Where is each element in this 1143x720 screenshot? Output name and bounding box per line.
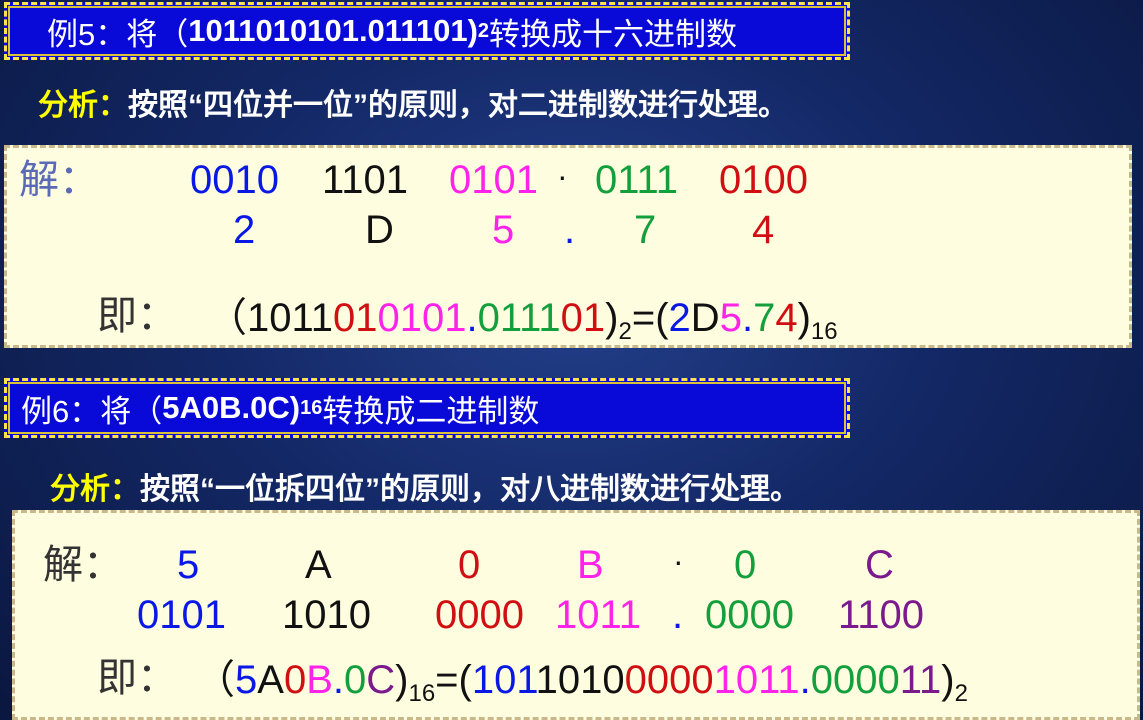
example6-digit-2: A: [305, 543, 332, 587]
result-hex-part3: 5: [719, 296, 742, 340]
example6-title-bar: 例6：将（ 5A0B.0C) 16 转换成二进制数: [4, 378, 850, 438]
example5-solution-box: 解： 0010 1101 0101 · 0111 0100 2 D 5 . 7 …: [4, 145, 1132, 348]
example6-group-5: 0000: [705, 593, 794, 637]
result-hex-part5: 4: [775, 296, 798, 340]
example5-digit-dot: .: [564, 208, 576, 252]
result-bin-part4: 0111: [477, 296, 561, 340]
example6-group-dot: .: [672, 593, 684, 637]
example6-digit-6: C: [865, 543, 894, 587]
example6-title-prefix: 例6：将（: [21, 393, 163, 429]
example6-title-suffix: 转换成二进制数: [322, 393, 540, 429]
example5-analysis-label: 分析：: [38, 89, 128, 122]
example5-result: （1011010101.011101)2=(2D5.74)16: [207, 298, 838, 344]
example5-group-4: 0111: [595, 158, 679, 202]
result-bin-part1: 101: [471, 658, 536, 702]
result-equals: =(: [435, 658, 472, 702]
result-bin-part2: 01: [333, 296, 378, 340]
result-bin-part3: 0000: [624, 658, 714, 702]
example6-analysis: 分析：按照“一位拆四位”的原则，对八进制数进行处理。: [50, 464, 800, 508]
result-open-paren: （: [207, 296, 247, 340]
example6-group-2: 1010: [282, 593, 371, 637]
example5-group-2: 1101: [322, 158, 409, 202]
example5-title-number: 1011010101.011101): [188, 13, 478, 48]
example5-digit-2: D: [365, 208, 394, 252]
example5-title-bar: 例5：将（ 1011010101.011101) 2 转换成十六进制数: [4, 2, 850, 60]
example5-analysis-text: 按照“四位并一位”的原则，对二进制数进行处理。: [128, 89, 788, 122]
result-bin-part1: 1011: [247, 296, 334, 340]
result-hex-part2: D: [690, 296, 720, 340]
example5-group-1: 0010: [190, 158, 279, 202]
result-base-out: 16: [810, 318, 838, 345]
result-base-out: 2: [954, 680, 968, 707]
example6-result: （5A0B.0C)16=(101101000001011.000011)2: [195, 660, 968, 706]
result-base-in: 16: [408, 680, 436, 707]
result-close-paren-2: ): [797, 296, 811, 340]
example5-digit-4: 7: [634, 208, 657, 252]
example5-group-5: 0100: [719, 158, 808, 202]
example6-digit-3: 0: [458, 543, 481, 587]
example6-group-1: 0101: [137, 593, 226, 637]
example6-analysis-label: 分析：: [50, 473, 140, 506]
example5-result-label: 即：: [97, 293, 177, 339]
example5-title-base: 2: [477, 19, 490, 42]
example6-title-base: 16: [300, 396, 323, 419]
result-hex-part4: 7: [753, 296, 776, 340]
result-equals: =(: [631, 296, 669, 340]
example6-digit-dot: ·: [673, 543, 684, 579]
example5-digit-5: 4: [752, 208, 775, 252]
result-open-paren: （: [195, 658, 235, 702]
example6-group-3: 0000: [435, 593, 524, 637]
example6-digit-5: 0: [734, 543, 757, 587]
example6-digit-1: 5: [177, 543, 200, 587]
result-bin-dot: .: [799, 658, 811, 702]
example5-analysis: 分析：按照“四位并一位”的原则，对二进制数进行处理。: [38, 80, 788, 124]
result-close-paren-2: ): [941, 658, 955, 702]
result-hex-part5: 0: [344, 658, 367, 702]
example6-group-4: 1011: [555, 593, 642, 637]
example5-title-suffix: 转换成十六进制数: [489, 16, 738, 52]
result-close-paren: ): [395, 658, 409, 702]
result-bin-dot: .: [466, 296, 478, 340]
example6-title-number: 5A0B.0C): [162, 390, 301, 425]
result-bin-part5: 01: [560, 296, 606, 340]
example6-solution-label: 解：: [43, 542, 123, 588]
example6-group-6: 1100: [838, 593, 925, 637]
result-hex-part2: A: [257, 658, 284, 702]
result-hex-dot: .: [741, 296, 754, 340]
result-close-paren: ): [605, 296, 619, 340]
result-hex-part3: 0: [283, 658, 307, 702]
example5-title-prefix: 例5：将（: [47, 16, 189, 52]
example6-result-label: 即：: [97, 655, 177, 701]
result-hex-part1: 2: [668, 296, 691, 340]
example5-group-dot: ·: [557, 158, 568, 194]
result-bin-part6: 11: [899, 658, 942, 702]
result-bin-part2: 1010: [535, 658, 625, 702]
result-hex-part1: 5: [235, 658, 258, 702]
result-bin-part4: 1011: [713, 658, 800, 702]
result-hex-part6: C: [366, 658, 396, 702]
example6-digit-4: B: [577, 543, 604, 587]
result-base-in: 2: [618, 318, 632, 345]
example5-digit-3: 5: [492, 208, 515, 252]
result-hex-part4: B: [306, 658, 333, 702]
example6-analysis-text: 按照“一位拆四位”的原则，对八进制数进行处理。: [140, 473, 800, 506]
example5-digit-1: 2: [233, 208, 256, 252]
result-bin-part3: 0101: [377, 296, 467, 340]
example5-group-3: 0101: [449, 158, 538, 202]
result-hex-dot: .: [332, 658, 344, 702]
example5-solution-label: 解：: [19, 157, 99, 203]
result-bin-part5: 0000: [810, 658, 900, 702]
example6-solution-box: 解： 5 A 0 B · 0 C 0101 1010 0000 1011 . 0…: [12, 510, 1140, 720]
